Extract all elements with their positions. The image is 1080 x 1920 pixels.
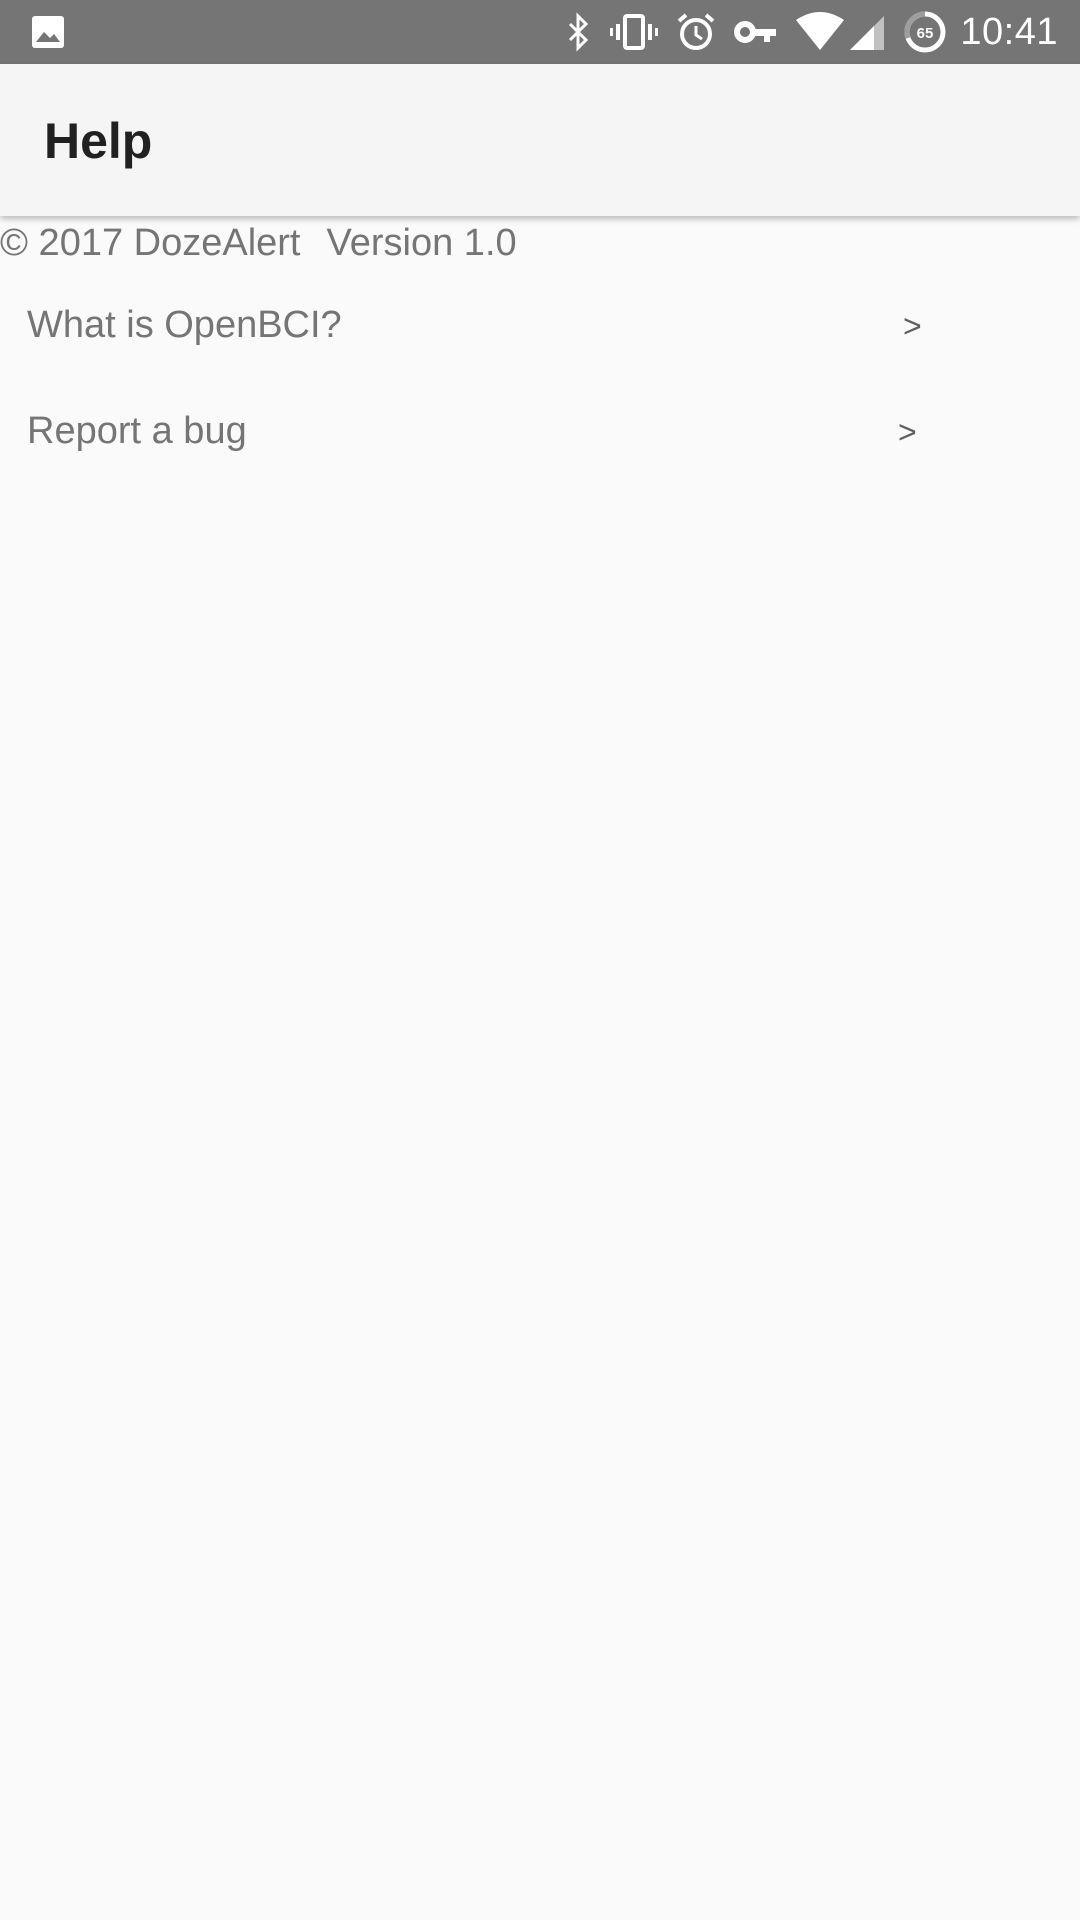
chevron-right-icon: > — [898, 414, 917, 450]
list-item-what-is-openbci[interactable]: What is OpenBCI? > — [0, 276, 1080, 376]
status-time: 10:41 — [960, 10, 1058, 53]
list-item-report-a-bug[interactable]: Report a bug > — [0, 382, 1080, 482]
alarm-icon — [676, 12, 716, 52]
list-item-label: Report a bug — [27, 410, 247, 452]
vibrate-icon — [610, 12, 659, 52]
page-title: Help — [44, 113, 153, 169]
status-icons: 65 10:41 — [548, 0, 1058, 64]
version-text: Version 1.0 — [326, 222, 517, 264]
vpn-key-icon — [734, 12, 778, 52]
battery-level-text: 65 — [917, 25, 934, 42]
bluetooth-icon — [566, 12, 592, 52]
wifi-icon — [796, 12, 845, 52]
list-item-label: What is OpenBCI? — [27, 304, 342, 346]
app-bar: Help — [0, 64, 1080, 216]
status-bar: 65 10:41 — [0, 0, 1080, 64]
copyright-text: © 2017 DozeAlert — [0, 222, 301, 264]
cell-signal-icon — [848, 12, 886, 52]
image-icon — [30, 14, 66, 50]
version-info: © 2017 DozeAlert Version 1.0 — [0, 222, 517, 265]
battery-saver-icon: 65 — [904, 11, 946, 53]
chevron-right-icon: > — [903, 308, 922, 344]
